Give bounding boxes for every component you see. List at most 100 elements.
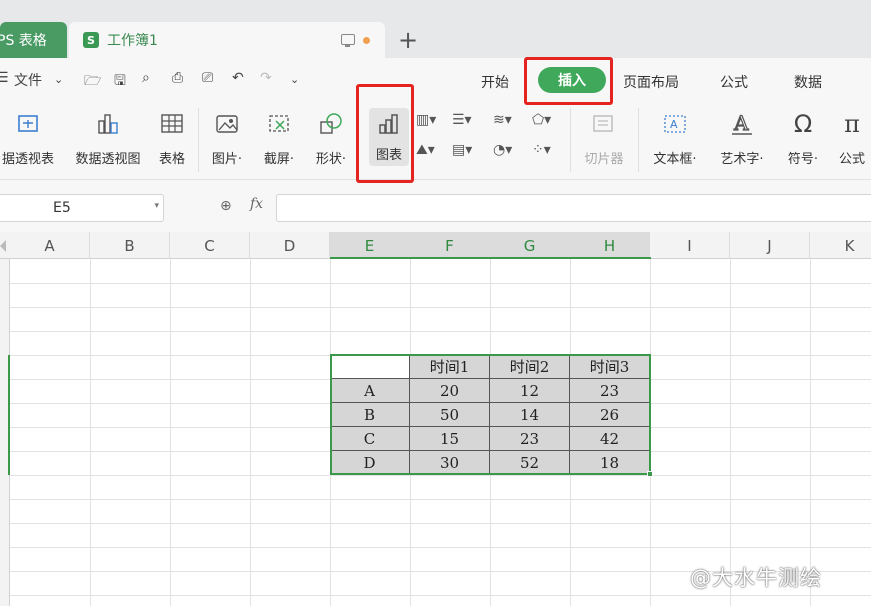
chevron-down-icon[interactable]: ⌄: [54, 73, 63, 86]
svg-text:A: A: [670, 118, 678, 131]
wordart-button[interactable]: A 艺术字·: [712, 110, 772, 167]
customize-toolbar-icon[interactable]: ⌄: [290, 73, 299, 86]
pivot-table-button[interactable]: 据透视表: [0, 110, 60, 167]
stock-chart-icon[interactable]: ▤▾: [452, 142, 472, 158]
svg-text:A: A: [733, 112, 749, 135]
column-chart-icon[interactable]: ▥▾: [416, 112, 436, 128]
area-chart-icon[interactable]: ⛰▾: [416, 142, 435, 158]
chart-label: 图表: [375, 148, 402, 163]
column-header-e[interactable]: E: [330, 232, 410, 259]
select-all-icon[interactable]: [0, 240, 6, 252]
line-chart-icon[interactable]: ≋▾: [493, 112, 512, 128]
column-header-b[interactable]: B: [90, 232, 170, 259]
column-header-f[interactable]: F: [410, 232, 490, 259]
table-header-cell[interactable]: [330, 355, 410, 379]
pivot-chart-button[interactable]: 数据透视图: [68, 110, 148, 167]
worksheet[interactable]: ABCDEFGHIJK 时间1 时间2 时间3 A 20 12 23 B 50 14 26 C 15 23…: [0, 232, 871, 606]
table-cell[interactable]: 15: [410, 427, 490, 451]
table-cell[interactable]: 20: [410, 379, 490, 403]
table-header-cell[interactable]: 时间3: [570, 355, 650, 379]
column-header-a[interactable]: A: [10, 232, 90, 259]
column-header-h[interactable]: H: [570, 232, 650, 259]
grid-line: [10, 283, 871, 284]
table-cell[interactable]: 30: [410, 451, 490, 475]
screenshot-label: 截屏·: [263, 152, 295, 167]
ribbon-divider: [570, 108, 571, 172]
table-header-cell[interactable]: 时间2: [490, 355, 570, 379]
bar-chart-icon[interactable]: ☰▾: [452, 112, 472, 128]
function-icon[interactable]: fx: [250, 196, 263, 212]
table-cell[interactable]: 26: [570, 403, 650, 427]
scatter-chart-icon[interactable]: ⁘▾: [532, 142, 551, 158]
column-header: ABCDEFGHIJK: [0, 232, 871, 259]
slicer-label: 切片器: [584, 152, 624, 167]
column-header-c[interactable]: C: [170, 232, 250, 259]
column-header-g[interactable]: G: [490, 232, 570, 259]
grid-line: [10, 523, 871, 524]
textbox-icon: A: [662, 110, 688, 138]
shapes-button[interactable]: 形状·: [308, 110, 354, 167]
symbol-button[interactable]: Ω 符号·: [780, 110, 826, 167]
menu-file[interactable]: 文件: [14, 70, 42, 90]
table-cell[interactable]: 12: [490, 379, 570, 403]
table-cell[interactable]: 42: [570, 427, 650, 451]
spreadsheet-icon: S: [83, 32, 99, 48]
grid-line: [730, 259, 731, 606]
grid-line: [10, 331, 871, 332]
pie-chart-icon[interactable]: ◔▾: [493, 142, 512, 158]
print-preview-icon[interactable]: ⎚: [202, 70, 213, 86]
grid-line: [10, 475, 871, 476]
table-header-cell[interactable]: 时间1: [410, 355, 490, 379]
table-cell[interactable]: 50: [410, 403, 490, 427]
menu-tab-insert[interactable]: 插入: [538, 67, 606, 93]
unsaved-dot-icon: [363, 37, 370, 44]
equation-button[interactable]: π 公式: [834, 110, 870, 167]
new-tab-button[interactable]: +: [398, 26, 418, 54]
table-cell[interactable]: B: [330, 403, 410, 427]
grid-line: [10, 595, 871, 596]
table-cell[interactable]: 18: [570, 451, 650, 475]
name-box[interactable]: E5 ▾: [0, 194, 164, 222]
column-header-d[interactable]: D: [250, 232, 330, 259]
grid-line: [90, 259, 91, 606]
radar-chart-icon[interactable]: ⬠▾: [532, 112, 551, 128]
table-icon: [160, 110, 184, 138]
menu-tab-page-layout[interactable]: 页面布局: [623, 72, 679, 92]
zoom-icon[interactable]: ⊕: [220, 198, 232, 214]
picture-button[interactable]: 图片·: [204, 110, 250, 167]
table-cell[interactable]: C: [330, 427, 410, 451]
table-button[interactable]: 表格: [152, 110, 192, 167]
tab-workbook[interactable]: S 工作簿1: [69, 22, 385, 58]
formula-input[interactable]: [276, 194, 871, 222]
column-header-j[interactable]: J: [730, 232, 810, 259]
open-folder-icon[interactable]: 🗁: [84, 70, 101, 94]
save-icon[interactable]: 🖫: [114, 70, 126, 94]
grid-line: [810, 259, 811, 606]
hamburger-menu-icon[interactable]: ☰: [0, 70, 9, 86]
monitor-icon[interactable]: [341, 34, 355, 47]
table-cell[interactable]: A: [330, 379, 410, 403]
table-cell[interactable]: 23: [570, 379, 650, 403]
redo-icon[interactable]: ↷: [260, 70, 272, 86]
menu-tab-formulas[interactable]: 公式: [720, 72, 748, 92]
table-cell[interactable]: 23: [490, 427, 570, 451]
chevron-down-icon[interactable]: ▾: [154, 201, 159, 211]
table-cell[interactable]: 52: [490, 451, 570, 475]
undo-icon[interactable]: ↶: [232, 70, 244, 86]
menu-tab-data[interactable]: 数据: [794, 72, 822, 92]
find-icon[interactable]: ⌕: [142, 70, 150, 86]
chart-button[interactable]: 图表: [369, 108, 409, 166]
table-cell[interactable]: D: [330, 451, 410, 475]
menu-tab-home[interactable]: 开始: [481, 72, 509, 92]
print-icon[interactable]: ⎙: [172, 70, 183, 86]
table-cell[interactable]: 14: [490, 403, 570, 427]
tab-workbook-label: 工作簿1: [107, 33, 158, 49]
column-header-k[interactable]: K: [810, 232, 871, 259]
column-header-i[interactable]: I: [650, 232, 730, 259]
slicer-button[interactable]: 切片器: [578, 110, 630, 167]
ribbon-divider: [198, 108, 199, 172]
screenshot-button[interactable]: 截屏·: [256, 110, 302, 167]
fill-handle[interactable]: [647, 471, 653, 477]
tab-wps-spreadsheet[interactable]: PS 表格: [0, 22, 67, 58]
textbox-button[interactable]: A 文本框·: [646, 110, 704, 167]
